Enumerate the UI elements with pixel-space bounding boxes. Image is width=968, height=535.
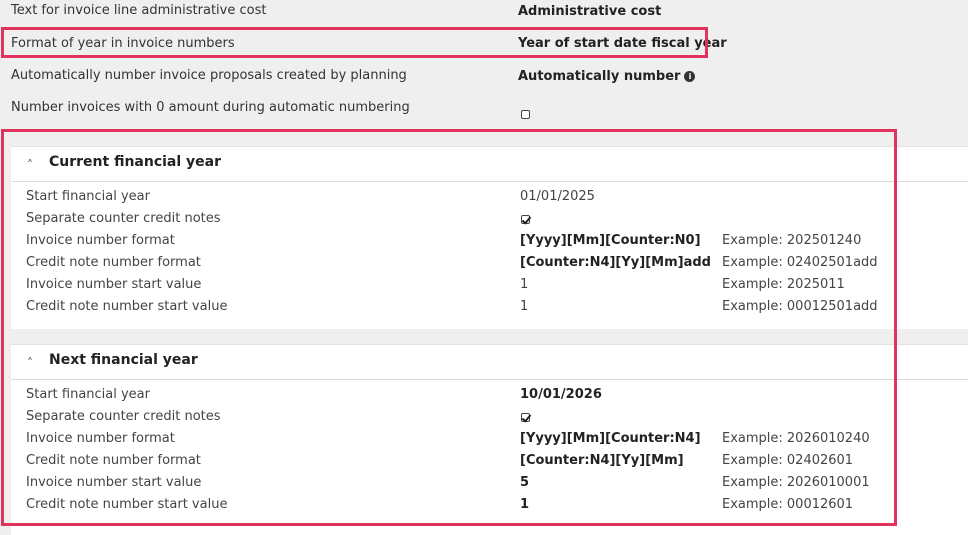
row-label: Invoice number format (26, 431, 175, 446)
row-example: Example: 02402501add (722, 255, 878, 270)
row-value: 1 (520, 299, 529, 314)
row-label: Invoice number start value (26, 277, 202, 292)
row-invoice-start-value: Invoice number start value 1 Example: 20… (11, 275, 968, 297)
auto-number-text: Automatically number (518, 69, 681, 84)
row-value[interactable]: [Yyyy][Mm][Counter:N4] (520, 431, 701, 446)
row-label: Invoice number format (26, 233, 175, 248)
separate-counter-checkbox[interactable] (521, 413, 530, 422)
setting-label-admin-cost: Text for invoice line administrative cos… (11, 3, 267, 18)
row-credit-note-start-value: Credit note number start value 1 Example… (11, 495, 968, 517)
row-label: Credit note number format (26, 453, 201, 468)
row-value: 01/01/2025 (520, 189, 595, 204)
row-start-financial-year: Start financial year 01/01/2025 (11, 187, 968, 209)
row-example: Example: 02402601 (722, 453, 854, 468)
row-start-financial-year: Start financial year 10/01/2026 (11, 385, 968, 407)
zero-amount-checkbox[interactable] (521, 110, 530, 119)
chevron-up-icon[interactable]: ˄ (27, 356, 33, 370)
row-value[interactable]: 5 (520, 475, 529, 490)
row-separate-counter: Separate counter credit notes (11, 407, 968, 429)
setting-value-admin-cost[interactable]: Administrative cost (518, 4, 661, 19)
setting-label-zero-amount: Number invoices with 0 amount during aut… (11, 100, 410, 115)
row-invoice-number-format: Invoice number format [Yyyy][Mm][Counter… (11, 231, 968, 253)
current-financial-year-panel: ˄ Current financial year Start financial… (11, 146, 968, 329)
setting-label-auto-number: Automatically number invoice proposals c… (11, 68, 407, 83)
next-financial-year-title: Next financial year (49, 352, 198, 368)
row-label: Separate counter credit notes (26, 409, 221, 424)
row-invoice-number-format: Invoice number format [Yyyy][Mm][Counter… (11, 429, 968, 451)
row-example: Example: 2025011 (722, 277, 845, 292)
row-label: Credit note number start value (26, 299, 228, 314)
setting-value-auto-number[interactable]: Automatically number i (518, 69, 696, 84)
row-credit-note-format: Credit note number format [Counter:N4][Y… (11, 253, 968, 275)
row-example: Example: 00012501add (722, 299, 878, 314)
chevron-up-icon[interactable]: ˄ (27, 158, 33, 172)
row-value[interactable]: 10/01/2026 (520, 387, 602, 402)
setting-value-year-format[interactable]: Year of start date fiscal year (518, 36, 727, 51)
row-credit-note-start-value: Credit note number start value 1 Example… (11, 297, 968, 319)
current-financial-year-header[interactable]: ˄ Current financial year (11, 147, 968, 182)
row-invoice-start-value: Invoice number start value 5 Example: 20… (11, 473, 968, 495)
separate-counter-checkbox[interactable] (521, 215, 530, 224)
row-example: Example: 2026010001 (722, 475, 870, 490)
row-label: Credit note number format (26, 255, 201, 270)
row-label: Separate counter credit notes (26, 211, 221, 226)
row-label: Credit note number start value (26, 497, 228, 512)
row-value: [Counter:N4][Yy][Mm]add (520, 255, 711, 270)
row-label: Start financial year (26, 189, 150, 204)
row-separate-counter: Separate counter credit notes (11, 209, 968, 231)
row-example: Example: 00012601 (722, 497, 854, 512)
row-example: Example: 202501240 (722, 233, 862, 248)
row-label: Start financial year (26, 387, 150, 402)
row-value: 1 (520, 277, 529, 292)
current-financial-year-title: Current financial year (49, 154, 222, 170)
row-example: Example: 2026010240 (722, 431, 870, 446)
next-financial-year-header[interactable]: ˄ Next financial year (11, 345, 968, 380)
row-value[interactable]: [Counter:N4][Yy][Mm] (520, 453, 684, 468)
row-value: [Yyyy][Mm][Counter:N0] (520, 233, 701, 248)
row-value[interactable]: 1 (520, 497, 529, 512)
info-icon[interactable]: i (684, 71, 696, 82)
next-financial-year-panel: ˄ Next financial year Start financial ye… (11, 344, 968, 535)
setting-label-year-format: Format of year in invoice numbers (11, 36, 235, 51)
row-credit-note-format: Credit note number format [Counter:N4][Y… (11, 451, 968, 473)
row-label: Invoice number start value (26, 475, 202, 490)
